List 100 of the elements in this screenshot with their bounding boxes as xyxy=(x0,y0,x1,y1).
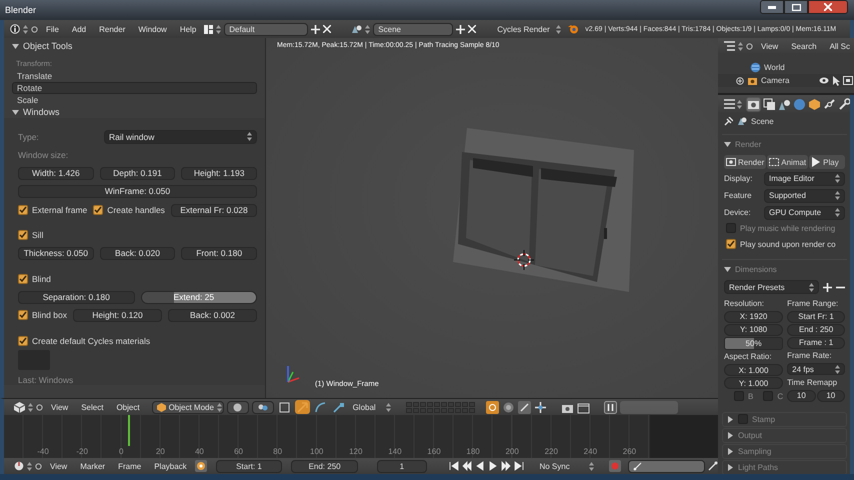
manipulator-toggle[interactable] xyxy=(276,400,292,414)
clock-editor-icon[interactable] xyxy=(14,461,24,471)
menu-item[interactable]: Frame xyxy=(113,462,146,470)
dropdown[interactable]: Image Editor xyxy=(764,172,845,186)
properties-tab[interactable] xyxy=(746,96,761,112)
screen-layout-icon[interactable] xyxy=(204,24,214,34)
number-field[interactable]: 10 xyxy=(787,390,816,402)
close-icon[interactable] xyxy=(323,25,332,33)
expand-triangle-icon[interactable] xyxy=(727,416,734,422)
collapse-triangle-icon[interactable] xyxy=(724,266,731,272)
frame-rate-dropdown[interactable]: 24 fps xyxy=(787,363,845,375)
number-field[interactable]: Y: 1.000 xyxy=(724,377,784,389)
number-field[interactable]: Depth: 0.191 xyxy=(100,166,176,180)
checkbox[interactable] xyxy=(18,205,28,215)
number-field[interactable]: Thickness: 0.050 xyxy=(18,246,94,260)
pause-icon[interactable] xyxy=(604,400,617,414)
checkbox[interactable] xyxy=(18,274,28,284)
menu-item[interactable]: Object xyxy=(111,402,145,412)
number-field[interactable]: Height: 1.193 xyxy=(181,166,257,180)
scene-field[interactable]: Scene xyxy=(373,22,454,36)
close-button[interactable] xyxy=(808,0,848,14)
previous-keyframe-icon[interactable] xyxy=(462,461,472,471)
menu-item[interactable]: All Sc xyxy=(824,42,854,50)
menu-item[interactable]: Help xyxy=(174,24,202,34)
maximize-button[interactable] xyxy=(784,0,808,14)
checkbox[interactable] xyxy=(18,230,28,240)
menu-item[interactable]: Search xyxy=(786,42,822,50)
number-field[interactable]: WinFrame: 0.050 xyxy=(18,184,257,198)
expand-triangle-icon[interactable] xyxy=(727,464,734,470)
collapse-triangle-icon[interactable] xyxy=(12,108,19,116)
tool-button[interactable]: Translate xyxy=(12,70,257,82)
properties-tab[interactable] xyxy=(823,96,836,112)
expand-icon[interactable] xyxy=(736,76,744,84)
jump-start-icon[interactable] xyxy=(449,461,460,471)
orientation-dropdown[interactable]: Global xyxy=(348,400,395,414)
next-keyframe-icon[interactable] xyxy=(501,461,512,471)
plus-icon[interactable] xyxy=(311,24,320,34)
checkbox[interactable] xyxy=(763,391,774,402)
circle-toggle-icon[interactable] xyxy=(746,42,753,50)
number-field[interactable]: X: 1.000 xyxy=(724,364,784,376)
manipulator-toggle[interactable] xyxy=(312,400,328,414)
number-field[interactable]: Separation: 0.180 xyxy=(18,290,134,304)
jump-end-icon[interactable] xyxy=(514,461,524,471)
pivot-dropdown[interactable] xyxy=(252,400,274,414)
circle-toggle-icon[interactable] xyxy=(31,26,38,32)
manipulator-toggle[interactable] xyxy=(294,400,310,414)
menu-item[interactable]: Add xyxy=(66,24,92,34)
number-field[interactable]: Front: 0.180 xyxy=(181,246,257,260)
properties-tab[interactable] xyxy=(763,96,776,112)
sync-dropdown[interactable]: No Sync xyxy=(535,460,598,472)
end-frame-field[interactable]: End: 250 xyxy=(291,460,358,472)
menu-item[interactable]: Playback xyxy=(149,462,192,470)
start-frame-field[interactable]: Start: 1 xyxy=(216,460,282,472)
menu-item[interactable]: View xyxy=(756,42,784,50)
collapse-triangle-icon[interactable] xyxy=(12,42,19,50)
pin-icon[interactable] xyxy=(724,116,733,126)
number-field[interactable]: Height: 0.120 xyxy=(72,308,162,322)
outliner-editor-icon[interactable] xyxy=(724,41,735,51)
number-field[interactable]: Back: 0.002 xyxy=(168,308,257,322)
number-field[interactable]: External Fr: 0.028 xyxy=(170,204,257,216)
close-icon[interactable] xyxy=(468,25,476,33)
play-reverse-icon[interactable] xyxy=(475,461,486,471)
tool-button[interactable]: Rotate xyxy=(12,82,257,94)
checkbox[interactable] xyxy=(734,391,744,402)
menu-item[interactable]: File xyxy=(41,24,64,34)
keying-set-field[interactable] xyxy=(628,460,705,472)
number-field[interactable]: Width: 1.426 xyxy=(18,166,94,180)
mode-dropdown[interactable]: Object Mode xyxy=(152,400,224,414)
number-field[interactable]: Y: 1080 xyxy=(724,324,784,336)
play-icon[interactable] xyxy=(488,461,498,471)
render-engine-dropdown[interactable]: Cycles Render xyxy=(493,22,566,36)
current-frame-field[interactable]: 1 xyxy=(376,460,427,472)
tool-button[interactable]: Scale xyxy=(12,94,257,106)
manipulator-toggle[interactable] xyxy=(330,400,346,414)
menu-item[interactable]: Render xyxy=(94,24,130,34)
plus-icon[interactable] xyxy=(456,24,466,34)
checkbox[interactable] xyxy=(726,239,736,249)
plus-icon[interactable] xyxy=(823,282,832,292)
menu-item[interactable]: Marker xyxy=(75,462,110,470)
checkbox[interactable] xyxy=(93,205,104,215)
presets-dropdown[interactable]: Render Presets xyxy=(724,280,819,294)
render-button[interactable]: Play xyxy=(809,155,845,169)
layout-field[interactable]: Default xyxy=(224,22,308,36)
properties-tab[interactable] xyxy=(838,96,850,112)
number-field[interactable]: Start Fr: 1 xyxy=(787,310,845,322)
properties-tab[interactable] xyxy=(808,96,821,112)
render-icon[interactable] xyxy=(843,76,854,85)
outliner-item-label[interactable]: Camera xyxy=(761,76,790,85)
number-field[interactable]: End : 250 xyxy=(787,324,845,336)
shading-dropdown[interactable] xyxy=(226,400,249,414)
properties-editor-icon[interactable] xyxy=(724,99,735,109)
render-button[interactable]: Render xyxy=(724,155,766,169)
minimize-button[interactable] xyxy=(760,0,784,14)
cursor-icon[interactable] xyxy=(832,76,840,86)
menu-item[interactable]: View xyxy=(46,402,74,412)
percentage-slider[interactable]: 50% xyxy=(724,336,784,350)
number-field[interactable]: Extend: 25 xyxy=(140,290,257,304)
number-field[interactable]: 10 xyxy=(816,390,845,402)
3d-cursor-icon[interactable] xyxy=(514,250,534,270)
collapse-triangle-icon[interactable] xyxy=(724,140,731,148)
